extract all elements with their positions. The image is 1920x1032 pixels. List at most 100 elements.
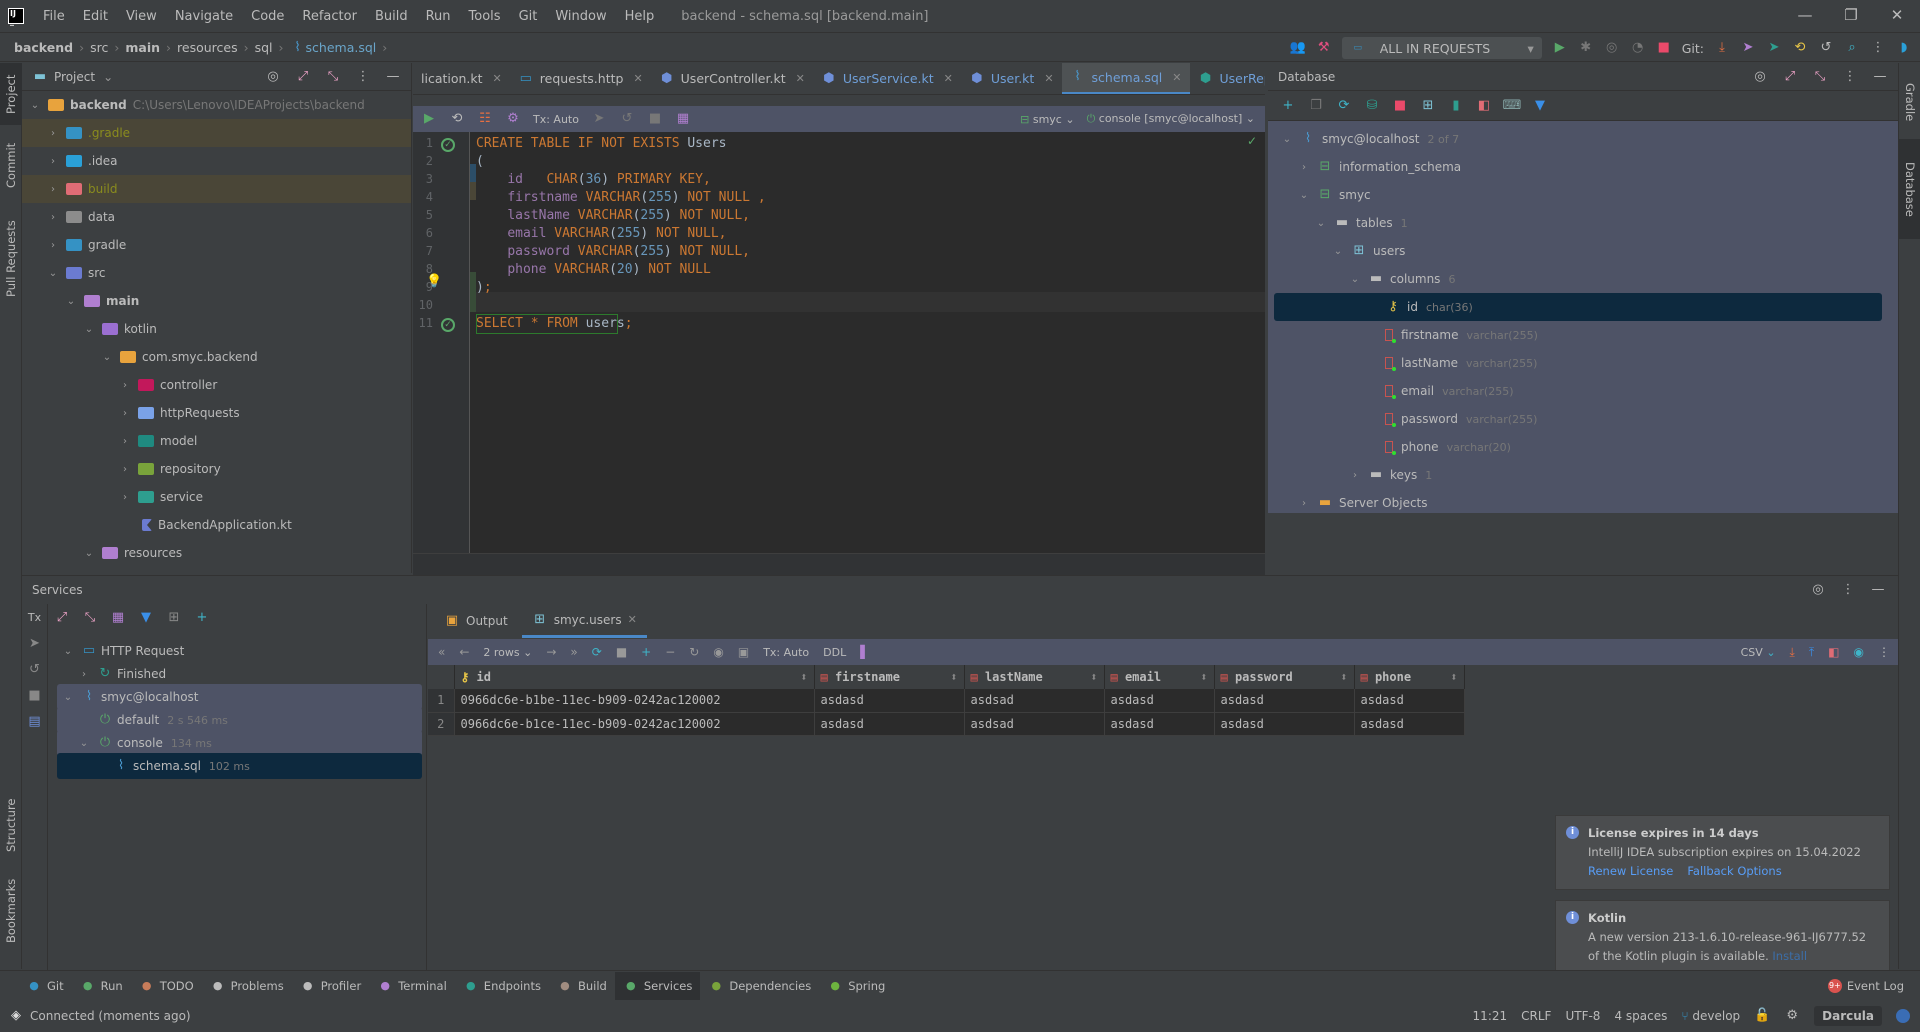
- page-size-select[interactable]: 2 rows ⌄: [483, 646, 532, 659]
- close-button[interactable]: ✕: [1874, 0, 1920, 30]
- breadcrumb-sql[interactable]: sql: [255, 40, 273, 55]
- table-cell[interactable]: asdasd: [1104, 712, 1215, 736]
- execute-icon[interactable]: ▶: [421, 111, 437, 127]
- tree-item[interactable]: › httpRequests: [22, 399, 411, 427]
- console-icon[interactable]: ⌨: [1503, 98, 1522, 114]
- tool-window-todo[interactable]: ● TODO: [131, 972, 202, 1000]
- minimize-button[interactable]: —: [1782, 0, 1828, 30]
- preview-icon[interactable]: ◉: [713, 645, 723, 659]
- tool-window-dependencies[interactable]: ● Dependencies: [700, 972, 819, 1000]
- close-tab-icon[interactable]: ✕: [796, 72, 805, 85]
- caret-position[interactable]: 11:21: [1473, 1009, 1508, 1023]
- table-row[interactable]: 1 0966dc6e-b1be-11ec-b909-0242ac120002 asd…: [428, 689, 1465, 713]
- menu-edit[interactable]: Edit: [74, 9, 117, 24]
- column-header[interactable]: ▤ password ⬍: [1214, 665, 1355, 689]
- tool-window-services[interactable]: ● Services: [614, 971, 701, 1000]
- renew-license-link[interactable]: Renew License: [1588, 864, 1673, 878]
- tree-item[interactable]: ⌄ resources: [22, 539, 411, 567]
- run-config-select[interactable]: ▭ ALL IN REQUESTS ▾: [1341, 37, 1542, 59]
- debug-icon[interactable]: ✱: [1578, 40, 1594, 56]
- sort-icon[interactable]: ⬍: [1200, 670, 1207, 684]
- db-tree-item[interactable]: email varchar(255): [1274, 377, 1882, 405]
- db-tree-item[interactable]: ⌄ ⌇ smyc@localhost 2 of 7: [1274, 125, 1882, 153]
- menu-tools[interactable]: Tools: [460, 9, 510, 24]
- menu-build[interactable]: Build: [366, 9, 417, 24]
- tree-item[interactable]: ⌄ main: [22, 287, 411, 315]
- menu-run[interactable]: Run: [417, 9, 460, 24]
- delete-row-icon[interactable]: −: [665, 645, 675, 659]
- add-row-icon[interactable]: +: [641, 645, 651, 659]
- options-icon[interactable]: ⋮: [1842, 69, 1858, 85]
- db-tree-item[interactable]: password varchar(255): [1274, 405, 1882, 433]
- tree-item[interactable]: › model: [22, 427, 411, 455]
- db-tree-item[interactable]: › ⊟ information_schema: [1274, 153, 1882, 181]
- send-icon[interactable]: ➤: [27, 636, 43, 652]
- result-grid[interactable]: ⚷ id ⬍ ▤ firstname ⬍ ▤ lastName ⬍ ▤ email ⬍ ▤ pa…: [428, 665, 1465, 736]
- code-editor[interactable]: 1 ✓ 2 3 4 5 6 7 8 9 10 11 ✓ CREATE TABLE IF NOT EXIS…: [413, 132, 1265, 564]
- menu-help[interactable]: Help: [616, 9, 664, 24]
- settings-sliders-icon[interactable]: ☷: [477, 111, 493, 127]
- reload-icon[interactable]: ⟳: [592, 645, 602, 659]
- locate-icon[interactable]: ◎: [1810, 582, 1826, 598]
- table-cell[interactable]: asdasd: [814, 689, 965, 713]
- add-icon[interactable]: +: [1280, 98, 1296, 114]
- tx-mode-select[interactable]: Tx: Auto: [533, 113, 579, 126]
- tree-item[interactable]: ⌄ src: [22, 259, 411, 287]
- stripe-tab-structure[interactable]: Structure: [0, 791, 22, 859]
- editor-tab[interactable]: ⬢ User.kt ✕: [961, 63, 1062, 94]
- run-icon[interactable]: ▶: [1552, 40, 1568, 56]
- db-tree-item[interactable]: phone varchar(20): [1274, 433, 1882, 461]
- compare-icon[interactable]: ◧: [1476, 98, 1492, 114]
- git-branch[interactable]: ⑂ develop: [1681, 1009, 1740, 1023]
- tool-window-git[interactable]: ● Git: [18, 972, 72, 1000]
- tree-item[interactable]: › data: [22, 203, 411, 231]
- console-session-select[interactable]: ⏻ console [smyc@localhost] ⌄: [1087, 112, 1255, 126]
- save-icon[interactable]: ▣: [738, 645, 749, 659]
- menu-window[interactable]: Window: [546, 9, 615, 24]
- column-header[interactable]: ▤ lastName ⬍: [964, 665, 1105, 689]
- history-icon[interactable]: ⟲: [449, 111, 465, 127]
- db-tree-item[interactable]: ⚷ id char(36): [1274, 293, 1882, 321]
- stop-icon[interactable]: ■: [1656, 40, 1672, 56]
- table-cell[interactable]: asdasd: [1214, 689, 1355, 713]
- editor-tab[interactable]: ⬢ UserService.kt ✕: [813, 63, 961, 94]
- breadcrumb-src[interactable]: src: [90, 40, 108, 55]
- tool-window-problems[interactable]: ● Problems: [202, 972, 292, 1000]
- close-tab-icon[interactable]: ✕: [944, 72, 953, 85]
- profile-icon[interactable]: ◔: [1630, 40, 1646, 56]
- options-icon[interactable]: ⋮: [355, 69, 371, 85]
- stripe-tab-pull-requests[interactable]: Pull Requests: [0, 203, 22, 315]
- table-cell[interactable]: asdsad: [964, 712, 1105, 736]
- tree-item[interactable]: › controller: [22, 371, 411, 399]
- tree-item[interactable]: BackendApplication.kt: [22, 511, 411, 539]
- column-header[interactable]: ▤ firstname ⬍: [814, 665, 965, 689]
- sort-icon[interactable]: ⬍: [1340, 670, 1347, 684]
- refresh-icon[interactable]: ⟳: [1336, 98, 1352, 114]
- copy-icon[interactable]: ❐: [1308, 98, 1324, 114]
- ddl-button[interactable]: DDL: [823, 646, 846, 659]
- file-encoding[interactable]: UTF-8: [1565, 1009, 1600, 1023]
- gear-icon[interactable]: ⚙: [505, 111, 521, 127]
- cancel-icon[interactable]: ■: [616, 645, 627, 659]
- menu-git[interactable]: Git: [510, 9, 547, 24]
- expand-all-icon[interactable]: ⤢: [295, 69, 311, 85]
- layers-icon[interactable]: ◈: [8, 1008, 24, 1024]
- tool-window-spring[interactable]: ● Spring: [819, 972, 893, 1000]
- event-log-button[interactable]: 9+ Event Log: [1820, 972, 1912, 1000]
- next-page-icon[interactable]: →: [546, 645, 556, 659]
- service-tree-item[interactable]: ⌇ schema.sql 102 ms: [57, 753, 422, 779]
- export-icon[interactable]: ⤓: [1790, 645, 1795, 660]
- revert-icon[interactable]: ↻: [689, 645, 699, 659]
- add-service-icon[interactable]: +: [194, 610, 210, 626]
- export-format-select[interactable]: CSV ⌄: [1741, 646, 1776, 659]
- sort-icon[interactable]: ⬍: [950, 670, 957, 684]
- first-page-icon[interactable]: «: [438, 645, 445, 659]
- disconnect-icon[interactable]: ■: [1392, 98, 1408, 114]
- tx-mode-select[interactable]: Tx: Auto: [763, 646, 809, 659]
- tree-item[interactable]: › .idea: [22, 147, 411, 175]
- result-tab[interactable]: ⊞ smyc.users ✕: [521, 604, 647, 638]
- project-view-select[interactable]: Project: [54, 70, 95, 84]
- tree-item[interactable]: › gradle: [22, 231, 411, 259]
- db-tree-item[interactable]: ⌄ ⊞ users: [1274, 237, 1882, 265]
- collapse-all-icon[interactable]: ⤡: [1812, 69, 1828, 85]
